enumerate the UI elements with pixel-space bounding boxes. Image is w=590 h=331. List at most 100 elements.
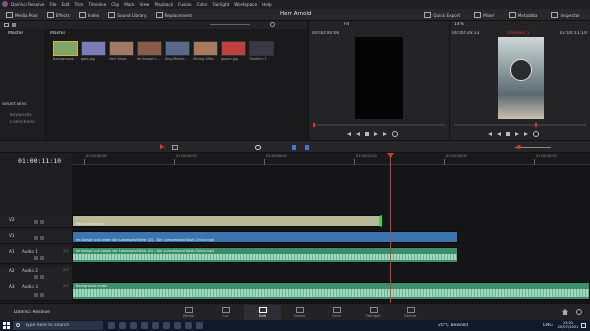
blade-tool-icon[interactable]	[172, 145, 178, 150]
timeline-zoom-slider[interactable]	[515, 145, 551, 149]
timeline-playhead[interactable]	[387, 153, 395, 303]
track-header-a1[interactable]: A1 Audio 1 2.0	[0, 247, 72, 264]
toolbar-media-pool[interactable]: Media Pool	[6, 12, 38, 18]
flag-icon[interactable]	[292, 145, 296, 150]
weather-widget[interactable]: 20°C Bewölkt	[438, 323, 468, 328]
toolbar-mixer[interactable]: Mixer	[474, 12, 495, 18]
track-lock-icon[interactable]	[34, 275, 38, 279]
link-icon[interactable]	[255, 145, 261, 150]
track-header-v2[interactable]: V2	[0, 215, 72, 228]
timeline-scrub-bar[interactable]	[454, 123, 586, 127]
bin-master[interactable]: Master	[8, 31, 23, 36]
taskbar-discord-icon[interactable]	[152, 322, 159, 329]
page-tab-color[interactable]: Color	[318, 305, 355, 320]
timeline-viewer-playhead[interactable]	[534, 123, 537, 127]
menu-item-help[interactable]: Help	[262, 2, 272, 8]
menu-item-mark[interactable]: Mark	[124, 2, 134, 8]
taskbar-search-box[interactable]: Type here to search	[13, 321, 103, 330]
toolbar-quick-export[interactable]: Quick Export	[424, 12, 460, 18]
reverse-icon[interactable]	[356, 132, 360, 136]
grid-view-icon[interactable]	[4, 23, 9, 27]
search-icon[interactable]	[270, 22, 275, 27]
menu-item-view[interactable]: View	[140, 2, 150, 8]
smart-bin-collections[interactable]: Collections	[10, 120, 35, 125]
source-fit[interactable]: Fit	[344, 22, 349, 27]
toolbar-replacement[interactable]: Replacement	[155, 12, 192, 18]
home-icon[interactable]	[562, 309, 568, 315]
page-tab-cut[interactable]: Cut	[207, 305, 244, 320]
menu-item-playback[interactable]: Playback	[154, 2, 173, 8]
toolbar-sound-library[interactable]: Sound Library	[108, 12, 147, 18]
play-icon[interactable]	[374, 132, 378, 136]
timeline-name[interactable]: Timeline 1	[506, 31, 529, 36]
menu-item-fairlight[interactable]: Fairlight	[213, 2, 230, 8]
track-lock-icon[interactable]	[34, 236, 38, 240]
list-view-icon[interactable]	[12, 23, 16, 27]
media-clip-thumb[interactable]: Timeline 1	[249, 41, 274, 61]
menu-item-trim[interactable]: Trim	[75, 2, 84, 8]
track-visibility-icon[interactable]	[40, 293, 44, 297]
menu-item-color[interactable]: Color	[197, 2, 208, 8]
taskbar-vscode-icon[interactable]	[174, 322, 181, 329]
taskbar-firefox-icon[interactable]	[130, 322, 137, 329]
media-clip-thumb[interactable]: queen.jpg	[221, 41, 246, 61]
tl-stop-icon[interactable]	[506, 132, 510, 136]
menu-item-davinci-resolve[interactable]: DaVinci Resolve	[11, 2, 44, 8]
tl-skip-back-icon[interactable]	[488, 132, 492, 136]
media-clip-thumb[interactable]: Im Kampf u...	[137, 41, 162, 61]
toolbar-metadata[interactable]: Metadata	[508, 12, 537, 18]
media-clip-thumb[interactable]: gato.jpg	[81, 41, 106, 61]
timeline-clip-v1[interactable]: Im Kampf und Leben der Lokomotivführer (…	[72, 231, 458, 243]
track-lock-icon[interactable]	[34, 256, 38, 260]
taskbar-task-view-icon[interactable]	[108, 322, 115, 329]
page-tab-fusion[interactable]: Fusion	[281, 305, 318, 320]
language-indicator[interactable]: ENG	[543, 323, 553, 328]
page-tab-fairlight[interactable]: Fairlight	[355, 305, 392, 320]
taskbar-davinci-icon[interactable]	[196, 322, 203, 329]
source-playhead[interactable]	[313, 123, 315, 127]
taskbar-steam-icon[interactable]	[163, 322, 170, 329]
viewer-zoom[interactable]: 14%	[454, 22, 464, 27]
track-header-v1[interactable]: V1	[0, 231, 72, 244]
marker-icon[interactable]	[305, 145, 309, 150]
stop-icon[interactable]	[365, 132, 369, 136]
menu-item-file[interactable]: File	[49, 2, 56, 8]
skip-back-icon[interactable]	[347, 132, 351, 136]
timeline-clip-v2[interactable]: Herr Arnold.png	[72, 215, 382, 227]
timeline-clip-a1[interactable]: Im Kampf und Leben der Lokomotivführer (…	[72, 247, 458, 263]
toolbar-index[interactable]: Index	[78, 12, 99, 18]
notification-icon[interactable]	[581, 323, 586, 328]
page-tab-edit[interactable]: Edit	[244, 305, 281, 320]
media-clip-thumb[interactable]: King Mieter...	[165, 41, 190, 61]
loop-icon[interactable]	[392, 131, 398, 137]
selection-tool-icon[interactable]	[160, 144, 165, 150]
track-header-a2[interactable]: A2 Audio 2 2.0	[0, 266, 72, 283]
media-clip-thumb[interactable]: Background...	[53, 41, 78, 61]
track-visibility-icon[interactable]	[40, 275, 44, 279]
track-visibility-icon[interactable]	[40, 236, 44, 240]
timeline-ruler[interactable]: 01:00:00:00 01:00:04:00 01:00:08:00 01:00:1…	[72, 153, 590, 165]
menu-item-edit[interactable]: Edit	[61, 2, 69, 8]
media-clip-thumb[interactable]: Mining Alfre...	[193, 41, 218, 61]
track-visibility-icon[interactable]	[40, 220, 44, 224]
menu-item-fusion[interactable]: Fusion	[178, 2, 191, 8]
tl-reverse-icon[interactable]	[497, 132, 501, 136]
taskbar-chrome-icon[interactable]	[141, 322, 148, 329]
toolbar-inspector[interactable]: Inspector	[551, 12, 580, 18]
page-tab-deliver[interactable]: Deliver	[392, 305, 429, 320]
tl-skip-forward-icon[interactable]	[524, 132, 528, 136]
tl-loop-icon[interactable]	[533, 131, 539, 137]
clock[interactable]: 13:01 20/07/2021	[557, 321, 579, 330]
timeline-clip-a3[interactable]: Background music	[72, 282, 590, 300]
track-lock-icon[interactable]	[34, 293, 38, 297]
track-visibility-icon[interactable]	[40, 256, 44, 260]
taskbar-explorer-icon[interactable]	[185, 322, 192, 329]
tl-play-icon[interactable]	[515, 132, 519, 136]
taskbar-edge-icon[interactable]	[119, 322, 126, 329]
zoom-slider[interactable]	[210, 24, 250, 25]
skip-forward-icon[interactable]	[383, 132, 387, 136]
track-lock-icon[interactable]	[34, 220, 38, 224]
windows-start-icon[interactable]	[3, 322, 10, 329]
menu-item-timeline[interactable]: Timeline	[88, 2, 106, 8]
menu-item-workspace[interactable]: Workspace	[234, 2, 257, 8]
